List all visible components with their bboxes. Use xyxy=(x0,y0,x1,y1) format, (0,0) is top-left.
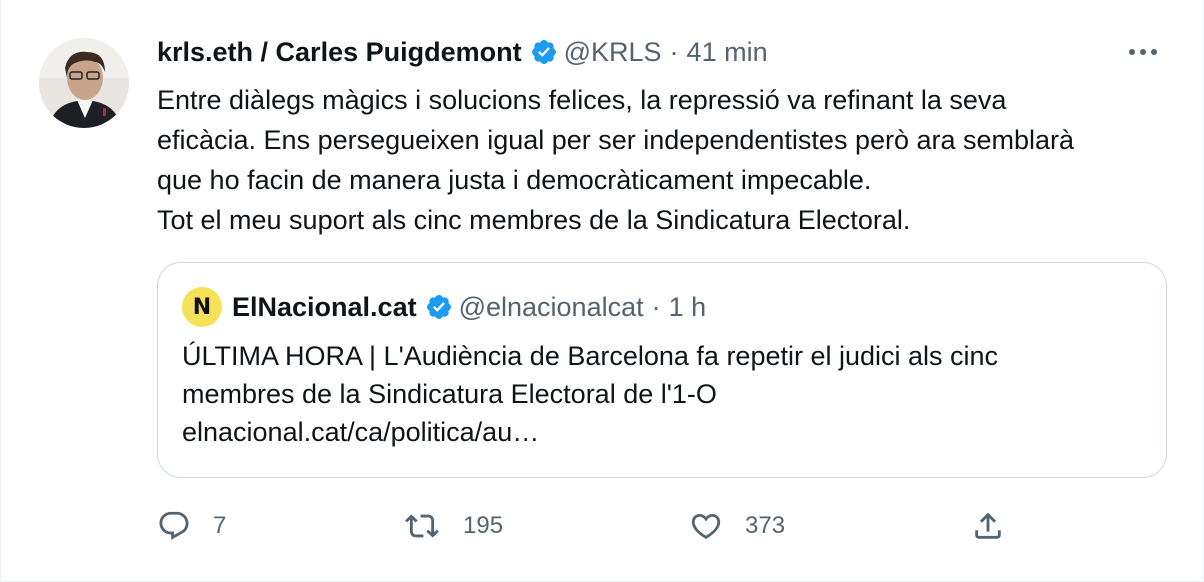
tweet-actions: 7 195 373 xyxy=(157,504,1007,548)
like-button[interactable]: 373 xyxy=(689,504,785,548)
separator-dot: · xyxy=(669,36,679,67)
quoted-author-avatar: N xyxy=(182,287,222,327)
tweet-text-line: eficàcia. Ens persegueixen igual per ser… xyxy=(157,125,1075,155)
reply-icon xyxy=(159,511,189,540)
tweet-text-line: que ho facin de manera justa i democràti… xyxy=(157,165,872,195)
tweet-header: krls.eth / Carles Puigdemont @KRLS · 41 … xyxy=(157,34,768,70)
avatar-image xyxy=(39,38,129,128)
tweet-text-line: Entre diàlegs màgics i solucions felices… xyxy=(157,85,1007,115)
quoted-tweet-header: N ElNacional.cat @elnacionalcat · 1 h xyxy=(182,287,706,327)
quoted-text-line: membres de la Sindicatura Electoral de l… xyxy=(182,379,717,409)
quoted-text-line: ÚLTIMA HORA | L'Audiència de Barcelona f… xyxy=(182,341,999,371)
verified-badge-icon xyxy=(530,38,558,66)
heart-icon xyxy=(691,513,721,539)
reply-button[interactable]: 7 xyxy=(157,504,226,548)
quoted-author-name: ElNacional.cat xyxy=(232,291,417,322)
reply-count: 7 xyxy=(213,512,227,539)
share-icon xyxy=(975,512,1001,539)
tweet-card[interactable]: krls.eth / Carles Puigdemont @KRLS · 41 … xyxy=(0,0,1204,582)
verified-badge-icon xyxy=(425,293,453,321)
separator-dot: · xyxy=(651,291,661,322)
retweet-icon xyxy=(405,514,439,538)
tweet-text-line: Tot el meu suport als cinc membres de la… xyxy=(157,205,911,235)
quoted-tweet-timestamp: 1 h xyxy=(668,291,707,322)
quoted-author-handle: @elnacionalcat xyxy=(458,291,644,322)
quoted-link[interactable]: elnacional.cat/ca/politica/au… xyxy=(182,413,1142,451)
retweet-button[interactable]: 195 xyxy=(403,504,503,548)
tweet-text: Entre diàlegs màgics i solucions felices… xyxy=(157,80,1177,240)
share-button[interactable] xyxy=(971,504,1027,548)
author-avatar[interactable] xyxy=(39,38,129,128)
tweet-timestamp[interactable]: 41 min xyxy=(687,37,768,68)
quoted-tweet[interactable]: N ElNacional.cat @elnacionalcat · 1 h ÚL… xyxy=(157,262,1167,478)
author-name[interactable]: krls.eth / Carles Puigdemont xyxy=(157,37,522,68)
quoted-tweet-text: ÚLTIMA HORA | L'Audiència de Barcelona f… xyxy=(182,337,1142,451)
retweet-count: 195 xyxy=(463,512,504,539)
author-handle[interactable]: @KRLS xyxy=(564,37,662,68)
like-count: 373 xyxy=(745,512,786,539)
more-options-icon[interactable] xyxy=(1123,38,1163,66)
